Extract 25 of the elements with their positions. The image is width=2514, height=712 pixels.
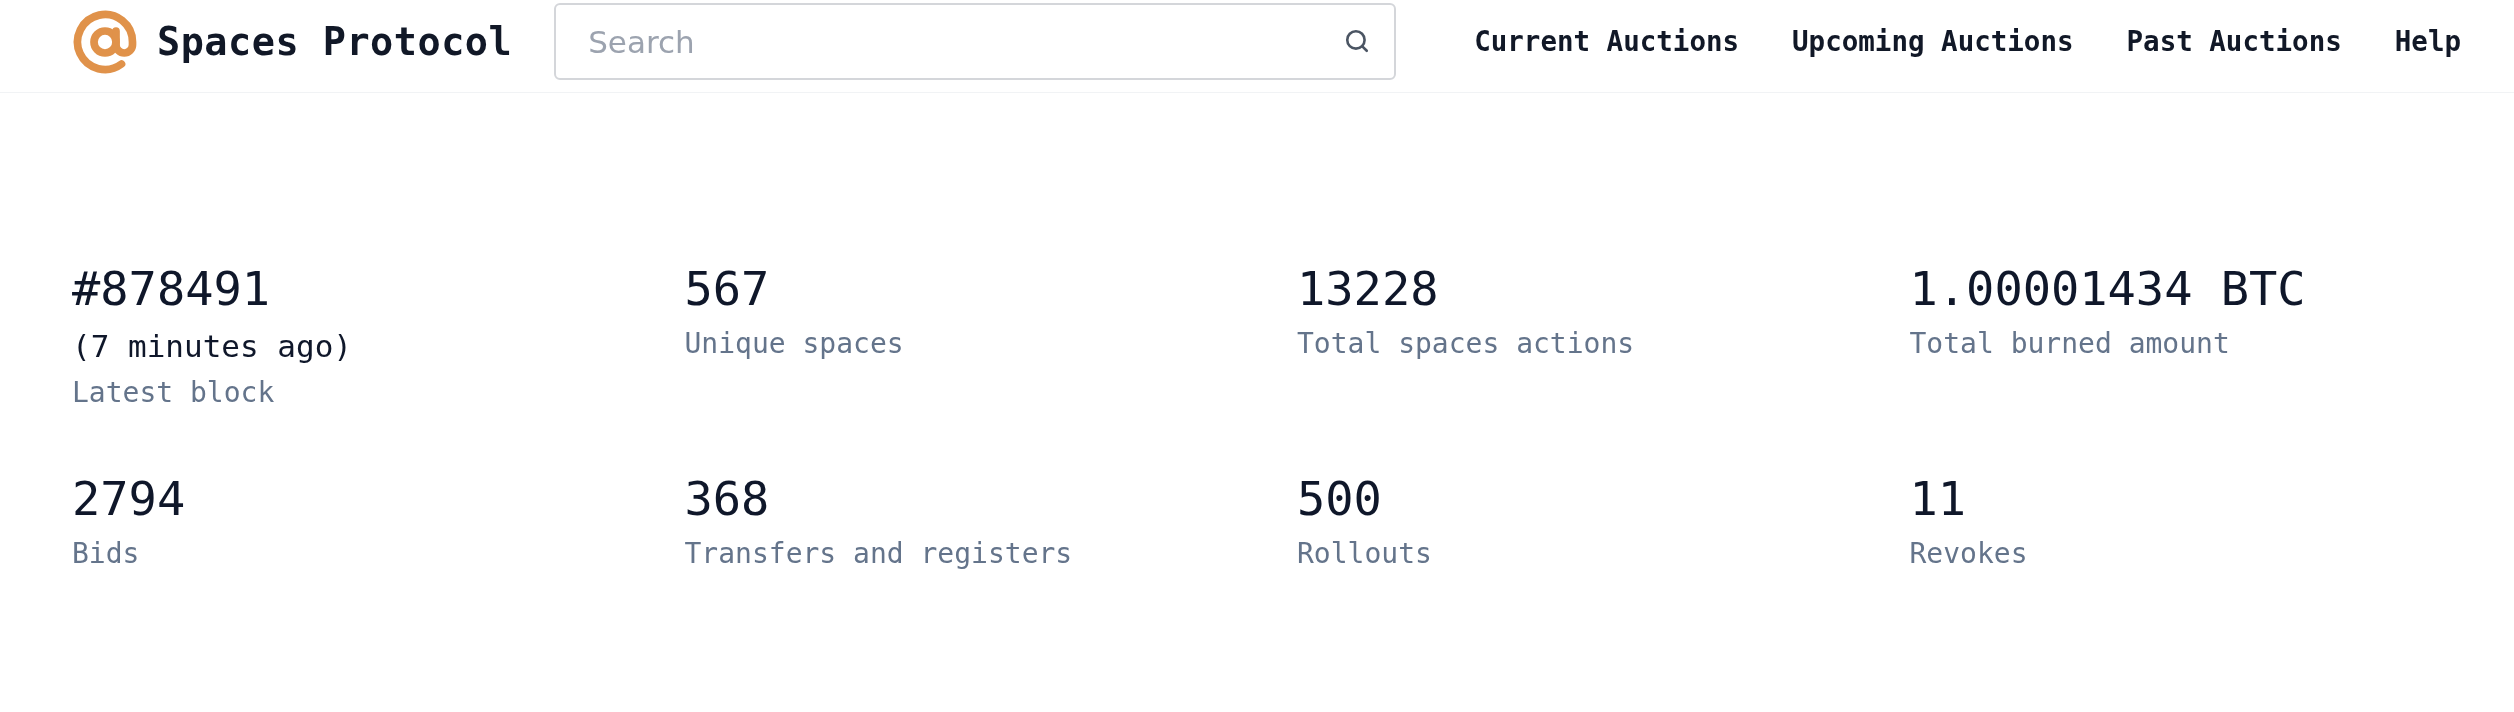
stat-value: 2794 xyxy=(72,471,186,527)
search-icon[interactable] xyxy=(1344,28,1371,54)
stat-label: Total spaces actions xyxy=(1297,326,1635,362)
stat-label: Transfers and registers xyxy=(684,536,1073,572)
site-title: Spaces Protocol xyxy=(157,17,513,66)
stat-value: 13228 xyxy=(1297,261,1439,317)
nav-link[interactable]: Help xyxy=(2394,20,2461,63)
stat-label: Total burned amount xyxy=(1909,326,2230,362)
stat-label: Revokes xyxy=(1909,536,2028,572)
stat-value: 1.00001434 BTC xyxy=(1909,261,2306,317)
stat-value: 567 xyxy=(684,261,770,317)
stat-value: 11 xyxy=(1909,471,1967,527)
stat-label: Rollouts xyxy=(1297,536,1432,572)
stat-label: Bids xyxy=(72,536,140,572)
stat-value: 368 xyxy=(684,471,770,527)
stat-value: 500 xyxy=(1297,471,1382,527)
stat-value: #878491 xyxy=(72,261,271,317)
block-age-text: (7 minutes ago) xyxy=(72,327,352,366)
nav-link[interactable]: Current Auctions xyxy=(1474,20,1740,63)
search-field[interactable]: Search xyxy=(554,3,1397,80)
nav-link[interactable]: Past Auctions xyxy=(2126,20,2342,63)
nav-link[interactable]: Upcoming Auctions xyxy=(1792,20,2074,63)
stat-label: Unique spaces xyxy=(684,326,904,362)
stat-label: Latest block xyxy=(72,375,275,411)
logo-icon xyxy=(72,8,138,75)
